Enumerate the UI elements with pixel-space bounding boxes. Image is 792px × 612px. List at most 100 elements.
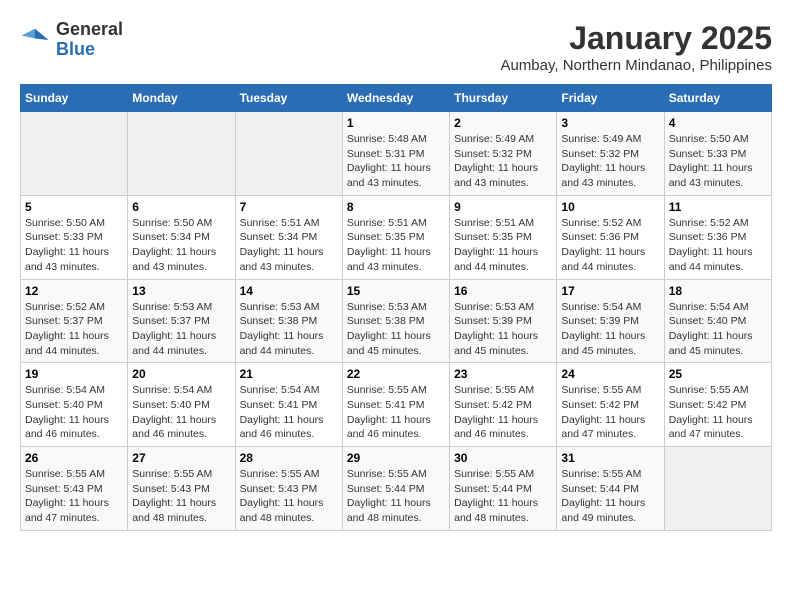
calendar-cell: 17 Sunrise: 5:54 AM Sunset: 5:39 PM Dayli… xyxy=(557,279,664,363)
calendar-cell: 16 Sunrise: 5:53 AM Sunset: 5:39 PM Dayli… xyxy=(450,279,557,363)
day-number: 24 xyxy=(561,367,659,381)
logo-text: General Blue xyxy=(56,20,123,60)
day-info: Sunrise: 5:53 AM Sunset: 5:38 PM Dayligh… xyxy=(347,300,445,359)
calendar-cell: 2 Sunrise: 5:49 AM Sunset: 5:32 PM Daylig… xyxy=(450,112,557,196)
calendar-cell xyxy=(664,447,771,531)
day-header-friday: Friday xyxy=(557,85,664,112)
day-number: 16 xyxy=(454,284,552,298)
day-number: 6 xyxy=(132,200,230,214)
calendar-cell: 24Sunrise: 5:55 AM Sunset: 5:42 PM Dayli… xyxy=(557,363,664,447)
calendar-cell: 22Sunrise: 5:55 AM Sunset: 5:41 PM Dayli… xyxy=(342,363,449,447)
day-number: 9 xyxy=(454,200,552,214)
day-number: 22 xyxy=(347,367,445,381)
calendar-cell: 20 Sunrise: 5:54 AM Sunset: 5:40 PM Dayli… xyxy=(128,363,235,447)
calendar-cell: 21 Sunrise: 5:54 AM Sunset: 5:41 PM Dayli… xyxy=(235,363,342,447)
day-header-sunday: Sunday xyxy=(21,85,128,112)
day-info: Sunrise: 5:55 AM Sunset: 5:44 PM Dayligh… xyxy=(454,467,552,526)
calendar-title: January 2025 xyxy=(500,20,772,57)
calendar-table: SundayMondayTuesdayWednesdayThursdayFrid… xyxy=(20,84,772,531)
day-info: Sunrise: 5:50 AM Sunset: 5:34 PM Dayligh… xyxy=(132,216,230,275)
day-number: 14 xyxy=(240,284,338,298)
day-header-saturday: Saturday xyxy=(664,85,771,112)
calendar-week-row: 26 Sunrise: 5:55 AM Sunset: 5:43 PM Dayli… xyxy=(21,447,772,531)
calendar-cell: 4 Sunrise: 5:50 AM Sunset: 5:33 PM Daylig… xyxy=(664,112,771,196)
calendar-cell: 3 Sunrise: 5:49 AM Sunset: 5:32 PM Daylig… xyxy=(557,112,664,196)
calendar-cell: 10 Sunrise: 5:52 AM Sunset: 5:36 PM Dayli… xyxy=(557,195,664,279)
logo-icon xyxy=(20,25,50,55)
calendar-cell: 25 Sunrise: 5:55 AM Sunset: 5:42 PM Dayli… xyxy=(664,363,771,447)
day-info: Sunrise: 5:55 AM Sunset: 5:43 PM Dayligh… xyxy=(132,467,230,526)
day-number: 11 xyxy=(669,200,767,214)
day-info: Sunrise: 5:53 AM Sunset: 5:39 PM Dayligh… xyxy=(454,300,552,359)
day-number: 19 xyxy=(25,367,123,381)
calendar-cell: 27 Sunrise: 5:55 AM Sunset: 5:43 PM Dayli… xyxy=(128,447,235,531)
day-info: Sunrise: 5:49 AM Sunset: 5:32 PM Dayligh… xyxy=(454,132,552,191)
day-info: Sunrise: 5:50 AM Sunset: 5:33 PM Dayligh… xyxy=(25,216,123,275)
day-number: 25 xyxy=(669,367,767,381)
calendar-week-row: 12 Sunrise: 5:52 AM Sunset: 5:37 PM Dayli… xyxy=(21,279,772,363)
calendar-cell: 13Sunrise: 5:53 AM Sunset: 5:37 PM Dayli… xyxy=(128,279,235,363)
day-number: 5 xyxy=(25,200,123,214)
page-header: General Blue January 2025 Aumbay, Northe… xyxy=(20,20,772,74)
calendar-cell xyxy=(128,112,235,196)
calendar-cell: 26 Sunrise: 5:55 AM Sunset: 5:43 PM Dayli… xyxy=(21,447,128,531)
calendar-subtitle: Aumbay, Northern Mindanao, Philippines xyxy=(500,57,772,74)
calendar-cell: 1Sunrise: 5:48 AM Sunset: 5:31 PM Daylig… xyxy=(342,112,449,196)
day-number: 31 xyxy=(561,451,659,465)
day-header-thursday: Thursday xyxy=(450,85,557,112)
day-number: 18 xyxy=(669,284,767,298)
day-number: 8 xyxy=(347,200,445,214)
day-number: 4 xyxy=(669,116,767,130)
day-number: 10 xyxy=(561,200,659,214)
calendar-cell: 5 Sunrise: 5:50 AM Sunset: 5:33 PM Daylig… xyxy=(21,195,128,279)
day-info: Sunrise: 5:54 AM Sunset: 5:40 PM Dayligh… xyxy=(132,383,230,442)
calendar-cell: 29 Sunrise: 5:55 AM Sunset: 5:44 PM Dayli… xyxy=(342,447,449,531)
day-number: 26 xyxy=(25,451,123,465)
day-info: Sunrise: 5:52 AM Sunset: 5:36 PM Dayligh… xyxy=(561,216,659,275)
calendar-cell: 9 Sunrise: 5:51 AM Sunset: 5:35 PM Daylig… xyxy=(450,195,557,279)
day-info: Sunrise: 5:55 AM Sunset: 5:44 PM Dayligh… xyxy=(347,467,445,526)
day-number: 1 xyxy=(347,116,445,130)
logo: General Blue xyxy=(20,20,123,60)
calendar-cell: 14 Sunrise: 5:53 AM Sunset: 5:38 PM Dayli… xyxy=(235,279,342,363)
day-info: Sunrise: 5:54 AM Sunset: 5:41 PM Dayligh… xyxy=(240,383,338,442)
day-header-wednesday: Wednesday xyxy=(342,85,449,112)
day-number: 12 xyxy=(25,284,123,298)
day-info: Sunrise: 5:50 AM Sunset: 5:33 PM Dayligh… xyxy=(669,132,767,191)
day-number: 2 xyxy=(454,116,552,130)
day-info: Sunrise: 5:52 AM Sunset: 5:37 PM Dayligh… xyxy=(25,300,123,359)
calendar-week-row: 19 Sunrise: 5:54 AM Sunset: 5:40 PM Dayli… xyxy=(21,363,772,447)
day-info: Sunrise: 5:55 AM Sunset: 5:43 PM Dayligh… xyxy=(25,467,123,526)
day-number: 30 xyxy=(454,451,552,465)
calendar-cell: 18Sunrise: 5:54 AM Sunset: 5:40 PM Dayli… xyxy=(664,279,771,363)
calendar-cell: 19 Sunrise: 5:54 AM Sunset: 5:40 PM Dayli… xyxy=(21,363,128,447)
day-info: Sunrise: 5:55 AM Sunset: 5:43 PM Dayligh… xyxy=(240,467,338,526)
calendar-cell: 31 Sunrise: 5:55 AM Sunset: 5:44 PM Dayli… xyxy=(557,447,664,531)
day-number: 3 xyxy=(561,116,659,130)
calendar-cell xyxy=(235,112,342,196)
day-info: Sunrise: 5:55 AM Sunset: 5:42 PM Dayligh… xyxy=(669,383,767,442)
calendar-cell: 12 Sunrise: 5:52 AM Sunset: 5:37 PM Dayli… xyxy=(21,279,128,363)
day-number: 21 xyxy=(240,367,338,381)
day-number: 28 xyxy=(240,451,338,465)
day-info: Sunrise: 5:54 AM Sunset: 5:40 PM Dayligh… xyxy=(25,383,123,442)
calendar-cell: 23Sunrise: 5:55 AM Sunset: 5:42 PM Dayli… xyxy=(450,363,557,447)
day-number: 29 xyxy=(347,451,445,465)
day-number: 17 xyxy=(561,284,659,298)
calendar-week-row: 1Sunrise: 5:48 AM Sunset: 5:31 PM Daylig… xyxy=(21,112,772,196)
day-info: Sunrise: 5:51 AM Sunset: 5:34 PM Dayligh… xyxy=(240,216,338,275)
calendar-week-row: 5 Sunrise: 5:50 AM Sunset: 5:33 PM Daylig… xyxy=(21,195,772,279)
calendar-cell: 11 Sunrise: 5:52 AM Sunset: 5:36 PM Dayli… xyxy=(664,195,771,279)
day-info: Sunrise: 5:53 AM Sunset: 5:38 PM Dayligh… xyxy=(240,300,338,359)
calendar-cell: 6 Sunrise: 5:50 AM Sunset: 5:34 PM Daylig… xyxy=(128,195,235,279)
calendar-cell: 8Sunrise: 5:51 AM Sunset: 5:35 PM Daylig… xyxy=(342,195,449,279)
calendar-cell xyxy=(21,112,128,196)
day-info: Sunrise: 5:51 AM Sunset: 5:35 PM Dayligh… xyxy=(454,216,552,275)
day-info: Sunrise: 5:54 AM Sunset: 5:39 PM Dayligh… xyxy=(561,300,659,359)
day-info: Sunrise: 5:52 AM Sunset: 5:36 PM Dayligh… xyxy=(669,216,767,275)
day-number: 27 xyxy=(132,451,230,465)
day-number: 20 xyxy=(132,367,230,381)
day-info: Sunrise: 5:55 AM Sunset: 5:44 PM Dayligh… xyxy=(561,467,659,526)
day-info: Sunrise: 5:49 AM Sunset: 5:32 PM Dayligh… xyxy=(561,132,659,191)
day-header-tuesday: Tuesday xyxy=(235,85,342,112)
